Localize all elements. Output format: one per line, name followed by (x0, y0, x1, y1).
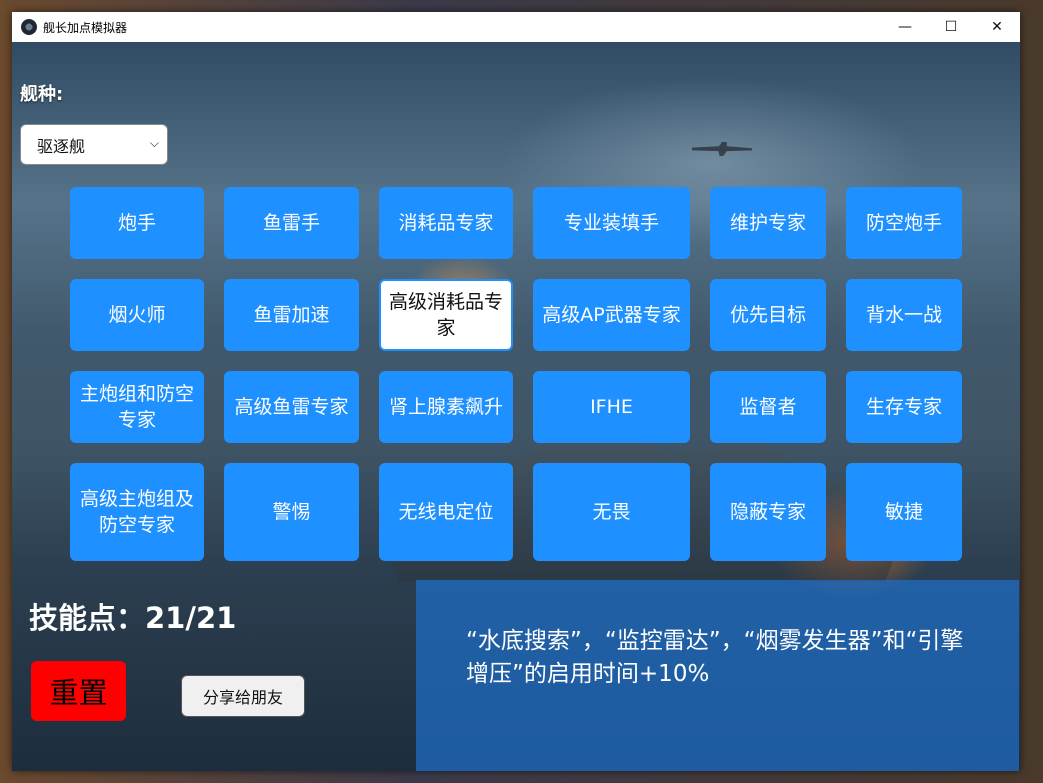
app-icon (21, 19, 37, 35)
app-window: 舰长加点模拟器 — ☐ ✕ 舰种: 驱逐舰 ⌵ 炮手 鱼雷手 消耗品专家 专业装… (12, 12, 1020, 771)
skill-button[interactable]: 维护专家 (710, 187, 826, 259)
skill-button[interactable]: 专业装填手 (533, 187, 690, 259)
skill-description-panel: “水底搜索”，“监控雷达”，“烟雾发生器”和“引擎增压”的启用时间+10% (416, 580, 1019, 771)
skill-button[interactable]: 防空炮手 (846, 187, 962, 259)
skill-button[interactable]: 背水一战 (846, 279, 962, 351)
skill-button[interactable]: 优先目标 (710, 279, 826, 351)
skill-button[interactable]: 高级鱼雷专家 (224, 371, 359, 443)
skill-button[interactable]: 炮手 (70, 187, 204, 259)
skill-points-counter: 技能点：21/21 (29, 601, 237, 635)
skill-button[interactable]: IFHE (533, 371, 690, 443)
skill-button[interactable]: 敏捷 (846, 463, 962, 561)
share-button[interactable]: 分享给朋友 (181, 675, 305, 717)
skill-button[interactable]: 监督者 (710, 371, 826, 443)
skill-button[interactable]: 肾上腺素飙升 (379, 371, 513, 443)
ship-class-label: 舰种: (20, 84, 64, 105)
window-title: 舰长加点模拟器 (43, 21, 128, 35)
skill-button-selected[interactable]: 高级消耗品专家 (379, 279, 513, 351)
ship-class-value: 驱逐舰 (37, 136, 86, 156)
main-content: 舰种: 驱逐舰 ⌵ 炮手 鱼雷手 消耗品专家 专业装填手 维护专家 防空炮手 烟… (12, 42, 1020, 771)
reset-button[interactable]: 重置 (31, 661, 126, 721)
chevron-down-icon: ⌵ (149, 136, 159, 150)
close-icon[interactable]: ✕ (974, 12, 1020, 42)
skill-button[interactable]: 鱼雷手 (224, 187, 359, 259)
minimize-icon[interactable]: — (882, 12, 928, 42)
background-plane (692, 142, 752, 156)
skill-description-text: “水底搜索”，“监控雷达”，“烟雾发生器”和“引擎增压”的启用时间+10% (466, 628, 964, 687)
skill-button[interactable]: 鱼雷加速 (224, 279, 359, 351)
skill-button[interactable]: 烟火师 (70, 279, 204, 351)
skill-button[interactable]: 隐蔽专家 (710, 463, 826, 561)
title-bar: 舰长加点模拟器 — ☐ ✕ (12, 12, 1020, 42)
skill-button[interactable]: 高级AP武器专家 (533, 279, 690, 351)
skill-button[interactable]: 生存专家 (846, 371, 962, 443)
ship-class-select[interactable]: 驱逐舰 ⌵ (20, 124, 168, 165)
skill-button[interactable]: 消耗品专家 (379, 187, 513, 259)
skill-button[interactable]: 主炮组和防空专家 (70, 371, 204, 443)
maximize-icon[interactable]: ☐ (928, 12, 974, 42)
skill-button[interactable]: 无畏 (533, 463, 690, 561)
skill-button[interactable]: 无线电定位 (379, 463, 513, 561)
skill-button[interactable]: 警惕 (224, 463, 359, 561)
skill-button[interactable]: 高级主炮组及防空专家 (70, 463, 204, 561)
